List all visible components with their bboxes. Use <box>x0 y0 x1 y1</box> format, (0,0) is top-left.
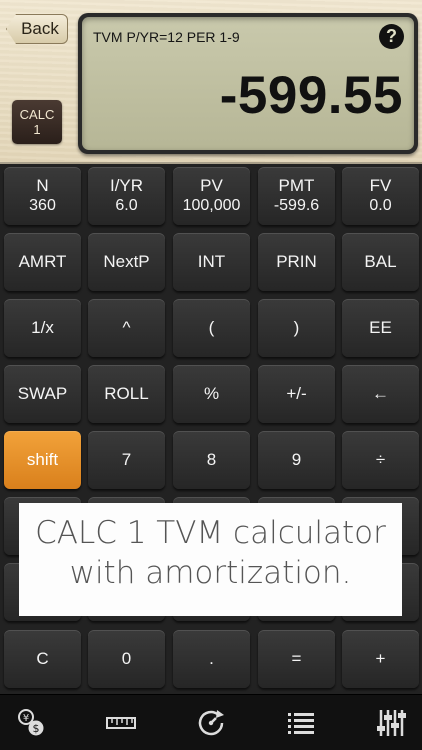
key-label: I/YR <box>109 176 144 195</box>
key-sublabel: 0.0 <box>369 197 392 214</box>
key-pmt[interactable]: PMT -599.6 <box>258 167 335 225</box>
svg-text:$: $ <box>33 722 40 735</box>
header-bar: Back CALC 1 TVM P/YR=12 PER 1-9 ? -599.5… <box>0 0 422 164</box>
promo-caption: CALC 1 TVM calculator with amortization. <box>19 503 402 616</box>
sliders-icon[interactable] <box>371 703 411 743</box>
key-iyr[interactable]: I/YR 6.0 <box>88 167 165 225</box>
key-sublabel: 6.0 <box>115 197 138 214</box>
key-bal[interactable]: BAL <box>342 233 419 291</box>
key-prin[interactable]: PRIN <box>258 233 335 291</box>
key-8[interactable]: 8 <box>173 431 250 489</box>
lcd-screen: TVM P/YR=12 PER 1-9 ? -599.55 <box>82 17 414 150</box>
key-sublabel: 360 <box>29 197 56 214</box>
svg-text:¥: ¥ <box>23 713 29 724</box>
key-n[interactable]: N 360 <box>4 167 81 225</box>
calc-badge-line1: CALC <box>19 107 55 122</box>
promo-line1: CALC 1 TVM calculator <box>35 515 386 551</box>
speed-history-icon[interactable] <box>191 703 231 743</box>
key-pv[interactable]: PV 100,000 <box>173 167 250 225</box>
key-0[interactable]: 0 <box>88 630 165 688</box>
key-label: PMT <box>278 176 315 195</box>
help-icon[interactable]: ? <box>379 24 404 49</box>
key-divide[interactable]: ÷ <box>342 431 419 489</box>
calc-badge-line2: 1 <box>33 122 41 137</box>
key-9[interactable]: 9 <box>258 431 335 489</box>
bottom-toolbar: ¥ $ <box>0 694 422 750</box>
key-7[interactable]: 7 <box>88 431 165 489</box>
key-shift[interactable]: shift <box>4 431 81 489</box>
key-nextp[interactable]: NextP <box>88 233 165 291</box>
key-open-paren[interactable]: ( <box>173 299 250 357</box>
key-fv[interactable]: FV 0.0 <box>342 167 419 225</box>
key-decimal[interactable]: . <box>173 630 250 688</box>
key-backspace[interactable]: ← <box>342 365 419 423</box>
key-swap[interactable]: SWAP <box>4 365 81 423</box>
promo-line2: with amortization. <box>69 555 352 591</box>
lcd-status-text: TVM P/YR=12 PER 1-9 <box>93 29 240 45</box>
back-button[interactable]: Back <box>6 14 68 44</box>
key-ee[interactable]: EE <box>342 299 419 357</box>
key-clear[interactable]: C <box>4 630 81 688</box>
key-int[interactable]: INT <box>173 233 250 291</box>
lcd-value: -599.55 <box>219 66 403 125</box>
key-label: FV <box>369 176 392 195</box>
key-equals[interactable]: = <box>258 630 335 688</box>
key-label: N <box>36 176 49 195</box>
lcd-display: TVM P/YR=12 PER 1-9 ? -599.55 <box>78 13 418 154</box>
key-sign[interactable]: +/- <box>258 365 335 423</box>
key-close-paren[interactable]: ) <box>258 299 335 357</box>
key-plus[interactable]: + <box>342 630 419 688</box>
key-percent[interactable]: % <box>173 365 250 423</box>
key-roll[interactable]: ROLL <box>88 365 165 423</box>
key-power[interactable]: ^ <box>88 299 165 357</box>
key-sublabel: -599.6 <box>273 197 320 214</box>
currency-icon[interactable]: ¥ $ <box>11 703 51 743</box>
calculator-app: Back CALC 1 TVM P/YR=12 PER 1-9 ? -599.5… <box>0 0 422 750</box>
list-icon[interactable] <box>281 703 321 743</box>
calc-badge[interactable]: CALC 1 <box>12 100 62 144</box>
ruler-icon[interactable] <box>101 703 141 743</box>
key-label: PV <box>200 176 223 195</box>
key-amrt[interactable]: AMRT <box>4 233 81 291</box>
key-sublabel: 100,000 <box>182 197 241 214</box>
key-reciprocal[interactable]: 1/x <box>4 299 81 357</box>
